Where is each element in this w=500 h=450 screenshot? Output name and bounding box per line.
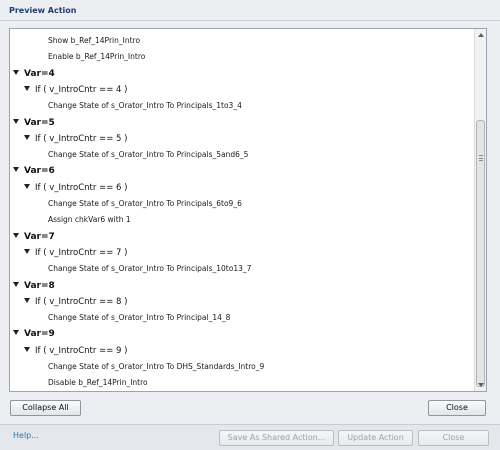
tree-condition-node[interactable]: If ( v_IntroCntr == 6 ) [24,180,127,196]
collapse-all-button[interactable]: Collapse All [10,400,81,416]
tree-item-label: Var=4 [24,68,55,79]
tree-item-label: Change State of s_Orator_Intro To Princi… [48,101,242,111]
tree-item-label: Change State of s_Orator_Intro To Princi… [48,264,252,274]
vertical-scrollbar[interactable] [474,29,486,391]
tree-item-label: If ( v_IntroCntr == 4 ) [35,84,128,95]
expand-triangle-icon[interactable] [13,232,19,238]
tree-action-item: Change State of s_Orator_Intro To Princi… [48,98,242,114]
tree-item-label: If ( v_IntroCntr == 7 ) [35,247,128,258]
tree-action-item: Change State of s_Orator_Intro To Princi… [48,261,251,277]
tree-item-label: Change State of s_Orator_Intro To Princi… [48,313,231,323]
tree-item-label: Var=8 [24,280,55,291]
tree-item-label: Var=5 [24,117,55,128]
dialog-title: Preview Action [9,6,77,15]
tree-item-label: Disable b_Ref_14Prin_Intro [48,378,148,388]
tree-action-item: Assign chkVar6 with 1 [48,212,131,228]
close-button[interactable]: Close [428,400,486,416]
expand-triangle-icon[interactable] [24,134,30,140]
footer-close-button[interactable]: Close [418,430,489,446]
expand-triangle-icon[interactable] [24,85,30,91]
tree-item-label: Var=6 [24,166,55,177]
tree-item-label: Change State of s_Orator_Intro To Princi… [48,150,249,160]
tree-condition-node[interactable]: If ( v_IntroCntr == 4 ) [24,82,127,98]
expand-triangle-icon[interactable] [24,183,30,189]
tree-item-label: If ( v_IntroCntr == 5 ) [35,133,128,144]
action-tree-panel[interactable]: Show b_Ref_14Prin_Intro Enable b_Ref_14Pr… [9,28,487,392]
preview-action-dialog: Preview Action Show b_Ref_14Prin_Intro En… [0,0,500,450]
tree-item-label: Change State of s_Orator_Intro To DHS_St… [48,362,265,371]
tree-condition-node[interactable]: If ( v_IntroCntr == 8 ) [24,294,127,310]
grip-icon [479,155,483,161]
expand-triangle-icon[interactable] [24,297,30,303]
save-as-shared-action-button[interactable]: Save As Shared Action... [219,430,334,446]
tree-var-node[interactable]: Var=5 [13,115,55,131]
expand-triangle-icon[interactable] [13,118,19,124]
expand-triangle-icon[interactable] [13,167,19,173]
update-action-button[interactable]: Update Action [338,430,413,446]
title-divider [0,20,500,21]
tree-condition-node[interactable]: If ( v_IntroCntr == 7 ) [24,245,127,261]
arrow-up-icon [477,33,484,37]
help-link[interactable]: Help... [13,431,39,440]
tree-item-label: If ( v_IntroCntr == 9 ) [35,345,128,356]
tree-item-label: If ( v_IntroCntr == 6 ) [35,182,128,193]
tree-condition-node[interactable]: If ( v_IntroCntr == 5 ) [24,131,127,147]
tree-var-node[interactable]: Var=9 [13,326,55,342]
tree-item-label: Change State of s_Orator_Intro To Princi… [48,199,242,208]
scroll-down-button[interactable] [475,379,486,391]
expand-triangle-icon[interactable] [24,346,30,352]
tree-var-node[interactable]: Var=4 [13,66,55,82]
tree-item-label: Assign chkVar6 with 1 [48,215,131,225]
tree-item-label: Var=9 [24,329,55,340]
tree-action-item: Change State of s_Orator_Intro To Princi… [48,147,248,163]
action-tree: Show b_Ref_14Prin_Intro Enable b_Ref_14Pr… [10,29,474,391]
tree-item-label: Var=7 [24,231,55,242]
tree-action-item: Change State of s_Orator_Intro To Princi… [48,196,242,212]
expand-triangle-icon[interactable] [13,281,19,287]
expand-triangle-icon[interactable] [13,330,19,336]
tree-action-item: Change State of s_Orator_Intro To DHS_St… [48,359,264,375]
tree-item-label: If ( v_IntroCntr == 8 ) [35,296,128,307]
tree-action-item: Disable b_Ref_14Prin_Intro [48,375,148,391]
tree-condition-node[interactable]: If ( v_IntroCntr == 9 ) [24,343,127,359]
scroll-up-button[interactable] [475,29,486,41]
tree-action-item: Change State of s_Orator_Intro To Princi… [48,310,230,326]
tree-item-label: Show b_Ref_14Prin_Intro [48,36,141,45]
expand-triangle-icon[interactable] [13,69,19,75]
scroll-thumb[interactable] [476,120,485,387]
arrow-down-icon [477,383,484,387]
tree-action-item: Enable b_Ref_14Prin_Intro [48,49,145,65]
tree-action-item: Show b_Ref_14Prin_Intro [48,33,140,49]
tree-item-label: Enable b_Ref_14Prin_Intro [48,52,146,62]
tree-var-node[interactable]: Var=7 [13,229,55,245]
tree-var-node[interactable]: Var=6 [13,163,55,179]
tree-var-node[interactable]: Var=8 [13,278,55,294]
expand-triangle-icon[interactable] [24,248,30,254]
